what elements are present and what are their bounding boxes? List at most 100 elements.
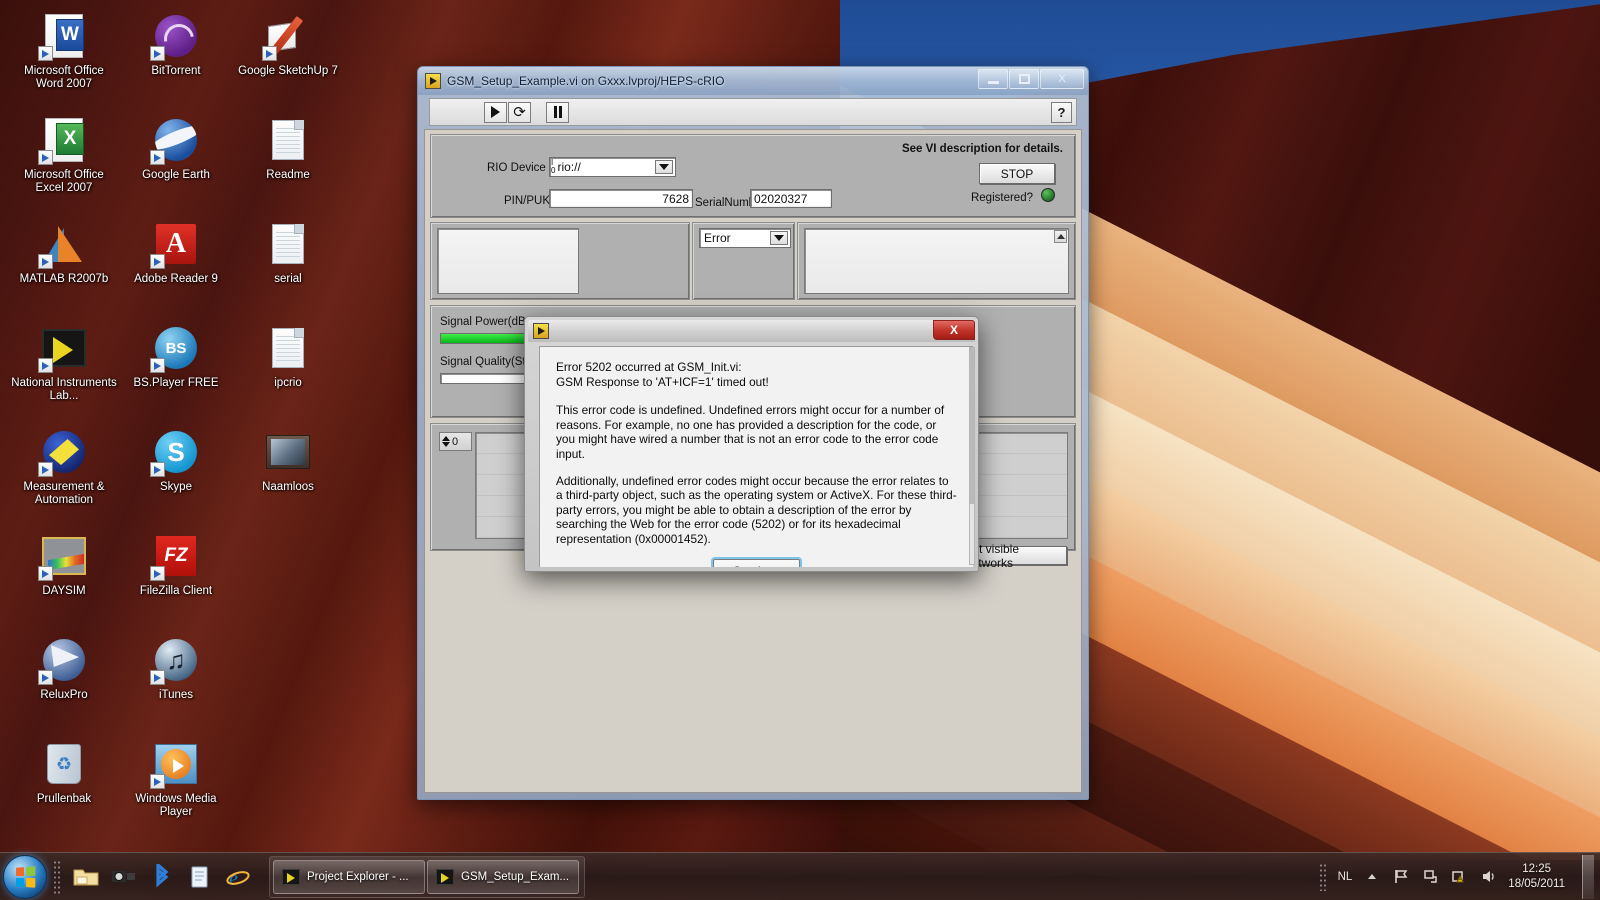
close-button[interactable]: X — [1040, 69, 1084, 89]
status-display[interactable] — [437, 228, 579, 294]
labview-icon — [38, 324, 88, 373]
desktop-icon-reluxpro[interactable]: ReluxPro — [8, 630, 120, 734]
pause-icon[interactable] — [546, 101, 569, 123]
desktop-icon-naamloos[interactable]: Naamloos — [232, 422, 344, 526]
skype-icon — [150, 428, 200, 477]
labview-title-bar[interactable]: GSM_Setup_Example.vi on Gxxx.lvproj/HEPS… — [418, 67, 1088, 95]
error-dialog-body: Error 5202 occurred at GSM_Init.vi: GSM … — [539, 346, 973, 567]
task-label: Project Explorer - ... — [307, 870, 409, 883]
minimize-button[interactable] — [978, 69, 1008, 89]
maximize-button[interactable] — [1009, 69, 1039, 89]
bluetooth-icon[interactable] — [143, 858, 181, 896]
chevron-down-icon[interactable] — [770, 231, 788, 245]
filezilla-icon — [150, 532, 200, 581]
language-indicator[interactable]: NL — [1338, 871, 1353, 883]
taskbar-task-project-explorer[interactable]: Project Explorer - ... — [273, 859, 425, 894]
labview-icon — [282, 868, 300, 885]
desktop-icon-filezilla[interactable]: FileZilla Client — [120, 526, 232, 630]
response-display[interactable] — [804, 228, 1069, 294]
desktop-icon-label: Readme — [266, 169, 310, 181]
desktop-icon-measurement-automation[interactable]: Measurement & Automation — [8, 422, 120, 526]
desktop-icon-wmp[interactable]: Windows Media Player — [120, 734, 232, 838]
stop-label: STOP — [1000, 166, 1034, 181]
desktop-icon-readme[interactable]: Readme — [232, 110, 344, 214]
labview-dialog-icon — [533, 323, 549, 339]
labview-toolbar[interactable]: ? — [429, 98, 1077, 126]
windows-logo-icon — [16, 865, 36, 888]
desktop-icon-excel[interactable]: Microsoft Office Excel 2007 — [8, 110, 120, 214]
desktop-icon-ipcrio[interactable]: ipcrio — [232, 318, 344, 422]
desktop-icon-word[interactable]: Microsoft Office Word 2007 — [8, 6, 120, 110]
taskbar-task-gsm-setup-example[interactable]: GSM_Setup_Exam... — [427, 859, 579, 894]
desktop-icon-sketchup[interactable]: Google SketchUp 7 — [232, 6, 344, 110]
clock[interactable]: 12:25 18/05/2011 — [1508, 862, 1565, 892]
desktop-icon-recycle-bin[interactable]: Prullenbak — [8, 734, 120, 838]
taskbar-task-list[interactable]: Project Explorer - ... GSM_Setup_Exam... — [269, 855, 585, 898]
desktop-icon-serial[interactable]: serial — [232, 214, 344, 318]
pin-puk-label: PIN/PUK — [504, 195, 551, 207]
pin-puk-input[interactable]: 7628 — [549, 189, 693, 208]
scroll-up-button[interactable] — [1054, 230, 1067, 243]
desktop-icon-itunes[interactable]: iTunes — [120, 630, 232, 734]
error-dialog-close-button[interactable]: X — [933, 320, 975, 340]
desktop-icon-daysim[interactable]: DAYSIM — [8, 526, 120, 630]
show-hidden-icons-icon[interactable] — [1363, 868, 1381, 886]
desktop-icon-google-earth[interactable]: Google Earth — [120, 110, 232, 214]
scrollbar-thumb[interactable] — [970, 348, 974, 504]
desktop-icon-label: Windows Media Player — [135, 793, 217, 818]
matlab-icon — [38, 220, 88, 269]
desktop-icon-adobe-reader[interactable]: Adobe Reader 9 — [120, 214, 232, 318]
tray-grip[interactable] — [1318, 862, 1327, 891]
status-right-group — [797, 222, 1076, 300]
internet-explorer-icon[interactable]: e — [219, 858, 257, 896]
run-continuously-icon[interactable] — [508, 101, 531, 123]
desktop-icon-label: BitTorrent — [151, 65, 201, 77]
webcam-icon[interactable] — [105, 858, 143, 896]
pin-puk-value: 7628 — [662, 191, 689, 206]
desktop-icon-bsplayer[interactable]: BS.Player FREE — [120, 318, 232, 422]
quick-launch-grip[interactable] — [53, 859, 61, 894]
battery-warning-icon[interactable] — [1450, 868, 1468, 886]
stop-button[interactable]: STOP — [979, 163, 1055, 184]
error-dialog-scrollbar[interactable] — [969, 347, 975, 565]
desktop-icon-bittorrent[interactable]: BitTorrent — [120, 6, 232, 110]
maximize-icon — [1018, 74, 1030, 84]
desktop-icon-label: Naamloos — [262, 481, 314, 493]
clock-date: 18/05/2011 — [1508, 877, 1565, 890]
desktop[interactable]: Microsoft Office Word 2007 BitTorrent Go… — [0, 0, 1600, 900]
error-dialog-title-bar[interactable]: X — [528, 320, 975, 342]
text-document-icon — [264, 220, 312, 268]
rio-device-combo[interactable]: I0 rio:// — [549, 157, 676, 177]
explorer-icon[interactable] — [67, 858, 105, 896]
chevron-down-icon[interactable] — [655, 160, 673, 174]
volume-icon[interactable] — [1479, 868, 1497, 886]
notepad-icon[interactable] — [181, 858, 219, 896]
run-arrow-icon[interactable] — [484, 101, 507, 123]
network-icon[interactable] — [1421, 868, 1439, 886]
measurement-automation-icon — [38, 428, 88, 477]
array-index-control[interactable]: 0 — [439, 432, 472, 451]
daysim-icon — [38, 532, 88, 581]
start-button[interactable] — [3, 854, 47, 899]
window-controls[interactable]: X — [978, 69, 1084, 89]
flag-icon[interactable] — [1392, 868, 1410, 886]
show-desktop-button[interactable] — [1582, 854, 1594, 899]
excel-icon — [38, 116, 88, 165]
desktop-icon-label: Skype — [160, 481, 192, 493]
taskbar[interactable]: e Project Explorer - ... GSM_Setup_Exam.… — [0, 852, 1600, 900]
error-mode-combo[interactable]: Error — [699, 228, 791, 248]
error-dialog[interactable]: X Error 5202 occurred at GSM_Init.vi: GS… — [524, 316, 979, 572]
serial-number-input[interactable]: 02020327 — [750, 189, 832, 208]
desktop-icon-ni-labview[interactable]: National Instruments Lab... — [8, 318, 120, 422]
error-paragraph-2: Additionally, undefined error codes migh… — [556, 473, 957, 546]
system-tray[interactable]: NL 12:25 18/05/2011 — [1318, 854, 1600, 899]
desktop-icon-skype[interactable]: Skype — [120, 422, 232, 526]
continue-button[interactable]: Continue — [713, 558, 800, 567]
error-paragraph-1: This error code is undefined. Undefined … — [556, 403, 945, 461]
spinner-icon[interactable] — [442, 436, 450, 447]
desktop-icon-label: ReluxPro — [40, 689, 88, 701]
text-document-icon — [264, 116, 312, 164]
desktop-icon-matlab[interactable]: MATLAB R2007b — [8, 214, 120, 318]
desktop-icon-grid[interactable]: Microsoft Office Word 2007 BitTorrent Go… — [8, 6, 348, 838]
help-button[interactable]: ? — [1051, 102, 1072, 123]
